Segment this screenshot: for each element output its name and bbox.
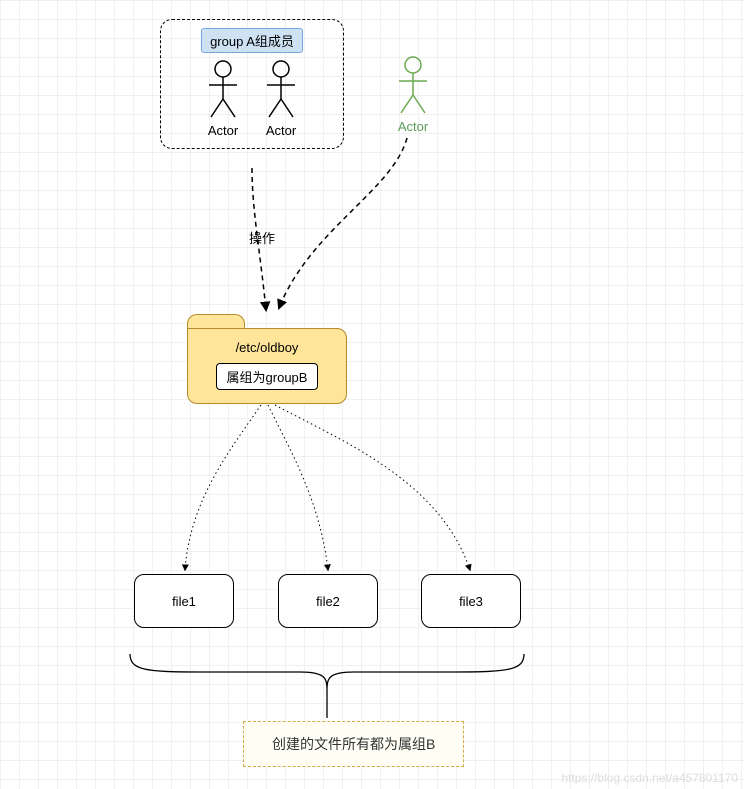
actor-figure: Actor (261, 59, 301, 138)
connectors-overlay (0, 0, 744, 789)
folder-path-label: /etc/oldboy (187, 334, 347, 361)
external-actor: Actor (393, 55, 433, 134)
actor-label: Actor (208, 123, 238, 138)
edge-folder-to-file1 (185, 405, 261, 570)
edge-folder-to-file3 (275, 405, 470, 570)
folder-group-label: 属组为groupB (216, 363, 319, 390)
actor-icon (203, 59, 243, 119)
file-box: file2 (278, 574, 378, 628)
file-box: file1 (134, 574, 234, 628)
note-all-files-groupb: 创建的文件所有都为属组B (243, 721, 464, 767)
edge-folder-to-file2 (268, 405, 328, 570)
folder-oldboy: /etc/oldboy 属组为groupB (187, 314, 347, 404)
actor-label: Actor (266, 123, 296, 138)
file-label: file3 (459, 594, 483, 609)
file-label: file2 (316, 594, 340, 609)
actor-figure: Actor (203, 59, 243, 138)
watermark: https://blog.csdn.net/a457801170 (561, 771, 738, 785)
edge-operate-label: 操作 (249, 228, 275, 247)
file-box: file3 (421, 574, 521, 628)
group-a-container: group A组成员 Actor Actor (160, 19, 344, 149)
actor-icon (261, 59, 301, 119)
actor-label: Actor (398, 119, 428, 134)
actor-icon (393, 55, 433, 115)
edge-external-to-folder (279, 138, 407, 308)
brace-under-files (130, 654, 524, 690)
group-a-actors: Actor Actor (175, 59, 329, 138)
file-label: file1 (172, 594, 196, 609)
group-a-title: group A组成员 (201, 28, 303, 53)
